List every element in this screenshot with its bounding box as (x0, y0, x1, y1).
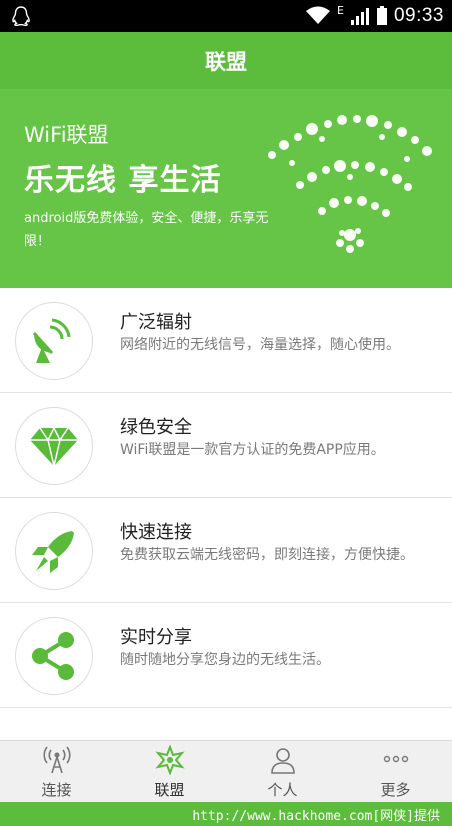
battery-icon (376, 6, 387, 25)
list-item: 广泛辐射 网络附近的无线信号，海量选择，随心使用。 (0, 288, 452, 393)
banner-slogan: 乐无线 享生活 (24, 163, 222, 198)
tab-connect[interactable]: 连接 (0, 741, 113, 802)
tab-personal[interactable]: 个人 (226, 741, 339, 802)
list-item: 绿色安全 WiFi联盟是一款官方认证的免费APP应用。 (0, 393, 452, 498)
feature-title: 快速连接 (120, 522, 192, 543)
tab-more[interactable]: 更多 (339, 741, 452, 802)
diamond-icon (30, 426, 78, 467)
promo-banner: WiFi联盟 乐无线 享生活 android版免费体验，安全、便捷，乐享无限！ (0, 89, 452, 288)
qq-icon (12, 6, 30, 26)
feature-title: 绿色安全 (120, 417, 192, 438)
tab-label: 联盟 (154, 781, 185, 799)
banner-title: WiFi联盟 (24, 123, 109, 147)
wifi-signal-icon (306, 6, 330, 24)
satellite-dish-icon (32, 318, 71, 363)
feature-icon-badge (15, 617, 93, 695)
tab-alliance[interactable]: 联盟 (113, 741, 226, 802)
cell-signal-icon (350, 8, 369, 25)
list-item: 实时分享 随时随地分享您身边的无线生活。 (0, 603, 452, 708)
bottom-tab-bar: 连接 联盟 个人 更多 (0, 740, 452, 802)
tab-label: 连接 (41, 781, 72, 799)
wifi-tower-icon (42, 746, 71, 774)
network-type: E (337, 4, 344, 17)
banner-description: android版免费体验，安全、便捷，乐享无限！ (24, 211, 269, 249)
clock: 09:33 (393, 5, 444, 26)
feature-icon-badge (15, 512, 93, 590)
list-item: 快速连接 免费获取云端无线密码，即刻连接，方便快捷。 (0, 498, 452, 603)
more-dots-icon (383, 755, 408, 763)
feature-description: WiFi联盟是一款官方认证的免费APP应用。 (120, 442, 385, 458)
feature-list: 广泛辐射 网络附近的无线信号，海量选择，随心使用。 绿色安全 WiFi联盟是一款… (0, 288, 452, 708)
feature-icon-badge (15, 407, 93, 485)
feature-title: 实时分享 (120, 627, 192, 648)
wifi-illustration-icon (268, 115, 432, 253)
feature-description: 网络附近的无线信号，海量选择，随心使用。 (120, 337, 400, 353)
share-icon (32, 632, 74, 680)
person-icon (270, 748, 295, 774)
feature-description: 随时随地分享您身边的无线生活。 (120, 652, 330, 668)
page-title: 联盟 (0, 32, 452, 89)
footer-watermark: http://www.hackhome.com[网侠]提供 (0, 802, 452, 826)
feature-title: 广泛辐射 (120, 312, 192, 333)
tab-label: 个人 (267, 781, 298, 799)
rocket-icon (32, 531, 74, 573)
feature-description: 免费获取云端无线密码，即刻连接，方便快捷。 (120, 547, 414, 563)
tab-label: 更多 (380, 781, 411, 799)
status-bar: E 09:33 (0, 0, 452, 32)
alliance-star-icon (154, 745, 185, 775)
feature-icon-badge (15, 302, 93, 380)
